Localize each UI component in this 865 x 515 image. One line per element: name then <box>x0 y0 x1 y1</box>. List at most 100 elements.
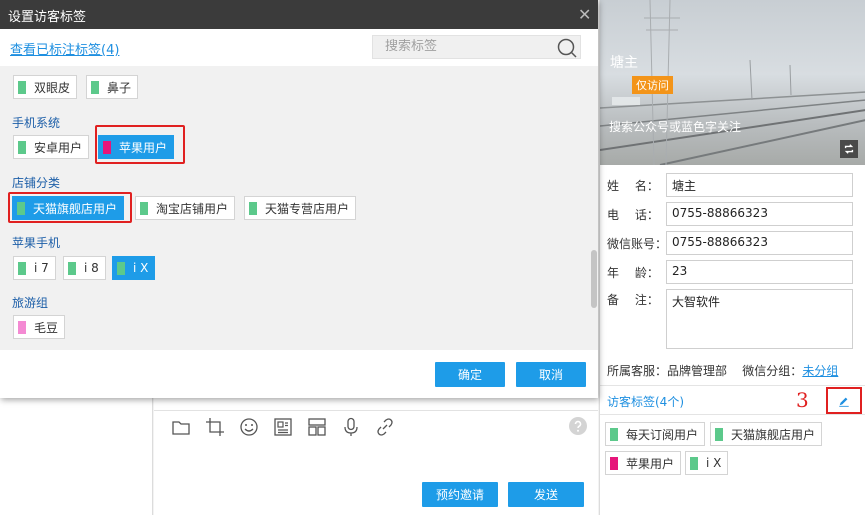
wechat-row: 微信账号： <box>607 231 667 255</box>
cancel-button[interactable]: 取消 <box>516 362 586 387</box>
tag-label: i X <box>706 456 722 470</box>
layout-icon[interactable] <box>306 416 328 438</box>
age-label: 年 龄： <box>607 265 659 280</box>
age-row: 年 龄： <box>607 260 667 284</box>
divider <box>600 385 865 386</box>
remark-row: 备 注： <box>607 287 667 311</box>
divider <box>600 414 865 415</box>
emoji-icon[interactable] <box>238 416 260 438</box>
phone-field[interactable]: 0755-88866323 <box>666 202 853 226</box>
visitor-tag: i X <box>685 451 729 475</box>
dialog-titlebar: 设置访客标签 ✕ <box>0 0 598 29</box>
tag-option[interactable]: 安卓用户 <box>13 135 90 159</box>
tag-color-swatch <box>18 261 26 275</box>
tag-search-input[interactable] <box>385 39 545 54</box>
dialog-title: 设置访客标签 <box>8 10 87 25</box>
tag-list: 双眼皮 鼻子 手机系统 安卓用户 苹果用户 店铺分类 天猫旗舰店用户 淘宝店铺用… <box>0 66 598 350</box>
service-value: 品牌管理部 <box>667 364 728 378</box>
chat-divider <box>154 410 598 411</box>
tag-color-swatch <box>140 201 148 215</box>
tag-option[interactable]: i 7 <box>13 256 56 280</box>
remark-field[interactable]: 大智软件 <box>666 289 853 349</box>
tag-label: 安卓用户 <box>34 140 83 155</box>
tag-option[interactable]: 天猫专营店用户 <box>244 196 357 220</box>
tag-option[interactable]: i 8 <box>63 256 106 280</box>
service-label: 所属客服： <box>607 364 668 378</box>
card-icon[interactable] <box>272 416 294 438</box>
tag-label: 双眼皮 <box>34 80 71 95</box>
profile-banner: 塘主 仅访问 搜索公众号或蓝色字关注 <box>600 0 865 165</box>
edit-tags-button[interactable] <box>826 387 862 414</box>
tag-option-selected[interactable]: i X <box>112 256 156 280</box>
highlight-box <box>8 192 132 223</box>
swap-icon[interactable] <box>840 140 858 158</box>
visitor-tag: 每天订阅用户 <box>605 422 706 446</box>
invite-button[interactable]: 预约邀请 <box>422 482 498 507</box>
tag-label: 每天订阅用户 <box>626 427 699 442</box>
tag-color-swatch <box>18 320 26 334</box>
tag-color-swatch <box>117 261 125 275</box>
contact-list-area <box>0 398 153 515</box>
pencil-icon <box>839 397 849 407</box>
age-field[interactable]: 23 <box>666 260 853 284</box>
phone-row: 电 话： <box>607 202 667 226</box>
tag-option[interactable]: 鼻子 <box>86 75 139 99</box>
chat-input-area: 预约邀请 发送 <box>154 398 598 515</box>
banner-hint-text: 搜索公众号或蓝色字关注 <box>609 120 742 134</box>
confirm-button[interactable]: 确定 <box>435 362 505 387</box>
tag-color-swatch <box>690 456 698 470</box>
tag-color-swatch <box>18 80 26 94</box>
tag-label: i 8 <box>84 261 99 275</box>
tag-option[interactable]: 淘宝店铺用户 <box>135 196 236 220</box>
visitor-tag: 苹果用户 <box>605 451 682 475</box>
visit-status-badge: 仅访问 <box>632 76 673 94</box>
name-row: 姓 名： <box>607 173 667 197</box>
tag-search-box <box>372 35 581 59</box>
tag-color-swatch <box>610 456 618 470</box>
name-field[interactable]: 塘主 <box>666 173 853 197</box>
visitor-tags-title: 访客标签(4个) <box>607 395 684 409</box>
visitor-profile-panel: 塘主 仅访问 搜索公众号或蓝色字关注 姓 名： 塘主 电 话： 0755-888… <box>599 0 865 515</box>
view-marked-tags-link[interactable]: 查看已标注标签(4) <box>10 39 119 58</box>
highlight-box <box>95 125 185 164</box>
dialog-footer: 确定 取消 <box>0 350 598 398</box>
link-icon[interactable] <box>374 416 396 438</box>
service-info: 所属客服：品牌管理部 微信分组：未分组 <box>607 362 838 379</box>
microphone-icon[interactable] <box>340 416 362 438</box>
tag-color-swatch <box>610 427 618 441</box>
tag-color-swatch <box>715 427 723 441</box>
tag-option[interactable]: 毛豆 <box>13 315 66 339</box>
send-button[interactable]: 发送 <box>508 482 584 507</box>
chat-toolbar <box>170 416 408 438</box>
tag-color-swatch <box>249 201 257 215</box>
group-title: 店铺分类 <box>12 176 61 190</box>
tag-color-swatch <box>68 261 76 275</box>
tag-color-swatch <box>18 140 26 154</box>
help-icon[interactable] <box>568 416 588 436</box>
tag-list-scrollbar[interactable] <box>591 250 597 308</box>
close-icon[interactable]: ✕ <box>578 5 591 24</box>
group-title: 苹果手机 <box>12 236 61 250</box>
wechat-field[interactable]: 0755-88866323 <box>666 231 853 255</box>
crop-icon[interactable] <box>204 416 226 438</box>
group-title: 手机系统 <box>12 116 61 130</box>
tag-label: 毛豆 <box>34 320 59 335</box>
tag-label: 淘宝店铺用户 <box>156 201 229 216</box>
blurred-text <box>612 97 640 105</box>
visitor-tag: 天猫旗舰店用户 <box>710 422 823 446</box>
wechat-group-link[interactable]: 未分组 <box>802 364 838 378</box>
tag-option[interactable]: 双眼皮 <box>13 75 78 99</box>
tag-color-swatch <box>91 80 99 94</box>
search-icon[interactable] <box>556 37 578 59</box>
phone-label: 电 话： <box>607 207 659 222</box>
tag-label: 鼻子 <box>107 80 132 95</box>
annotation-number: 3 <box>796 388 809 412</box>
name-label: 姓 名： <box>607 178 659 193</box>
group-title: 旅游组 <box>12 296 49 310</box>
folder-icon[interactable] <box>170 416 192 438</box>
banner-visitor-name: 塘主 <box>610 55 638 71</box>
tag-label: i X <box>133 261 149 275</box>
tag-label: 苹果用户 <box>626 456 675 471</box>
dialog-header: 查看已标注标签(4) <box>0 29 598 66</box>
tag-label: 天猫专营店用户 <box>265 201 350 216</box>
